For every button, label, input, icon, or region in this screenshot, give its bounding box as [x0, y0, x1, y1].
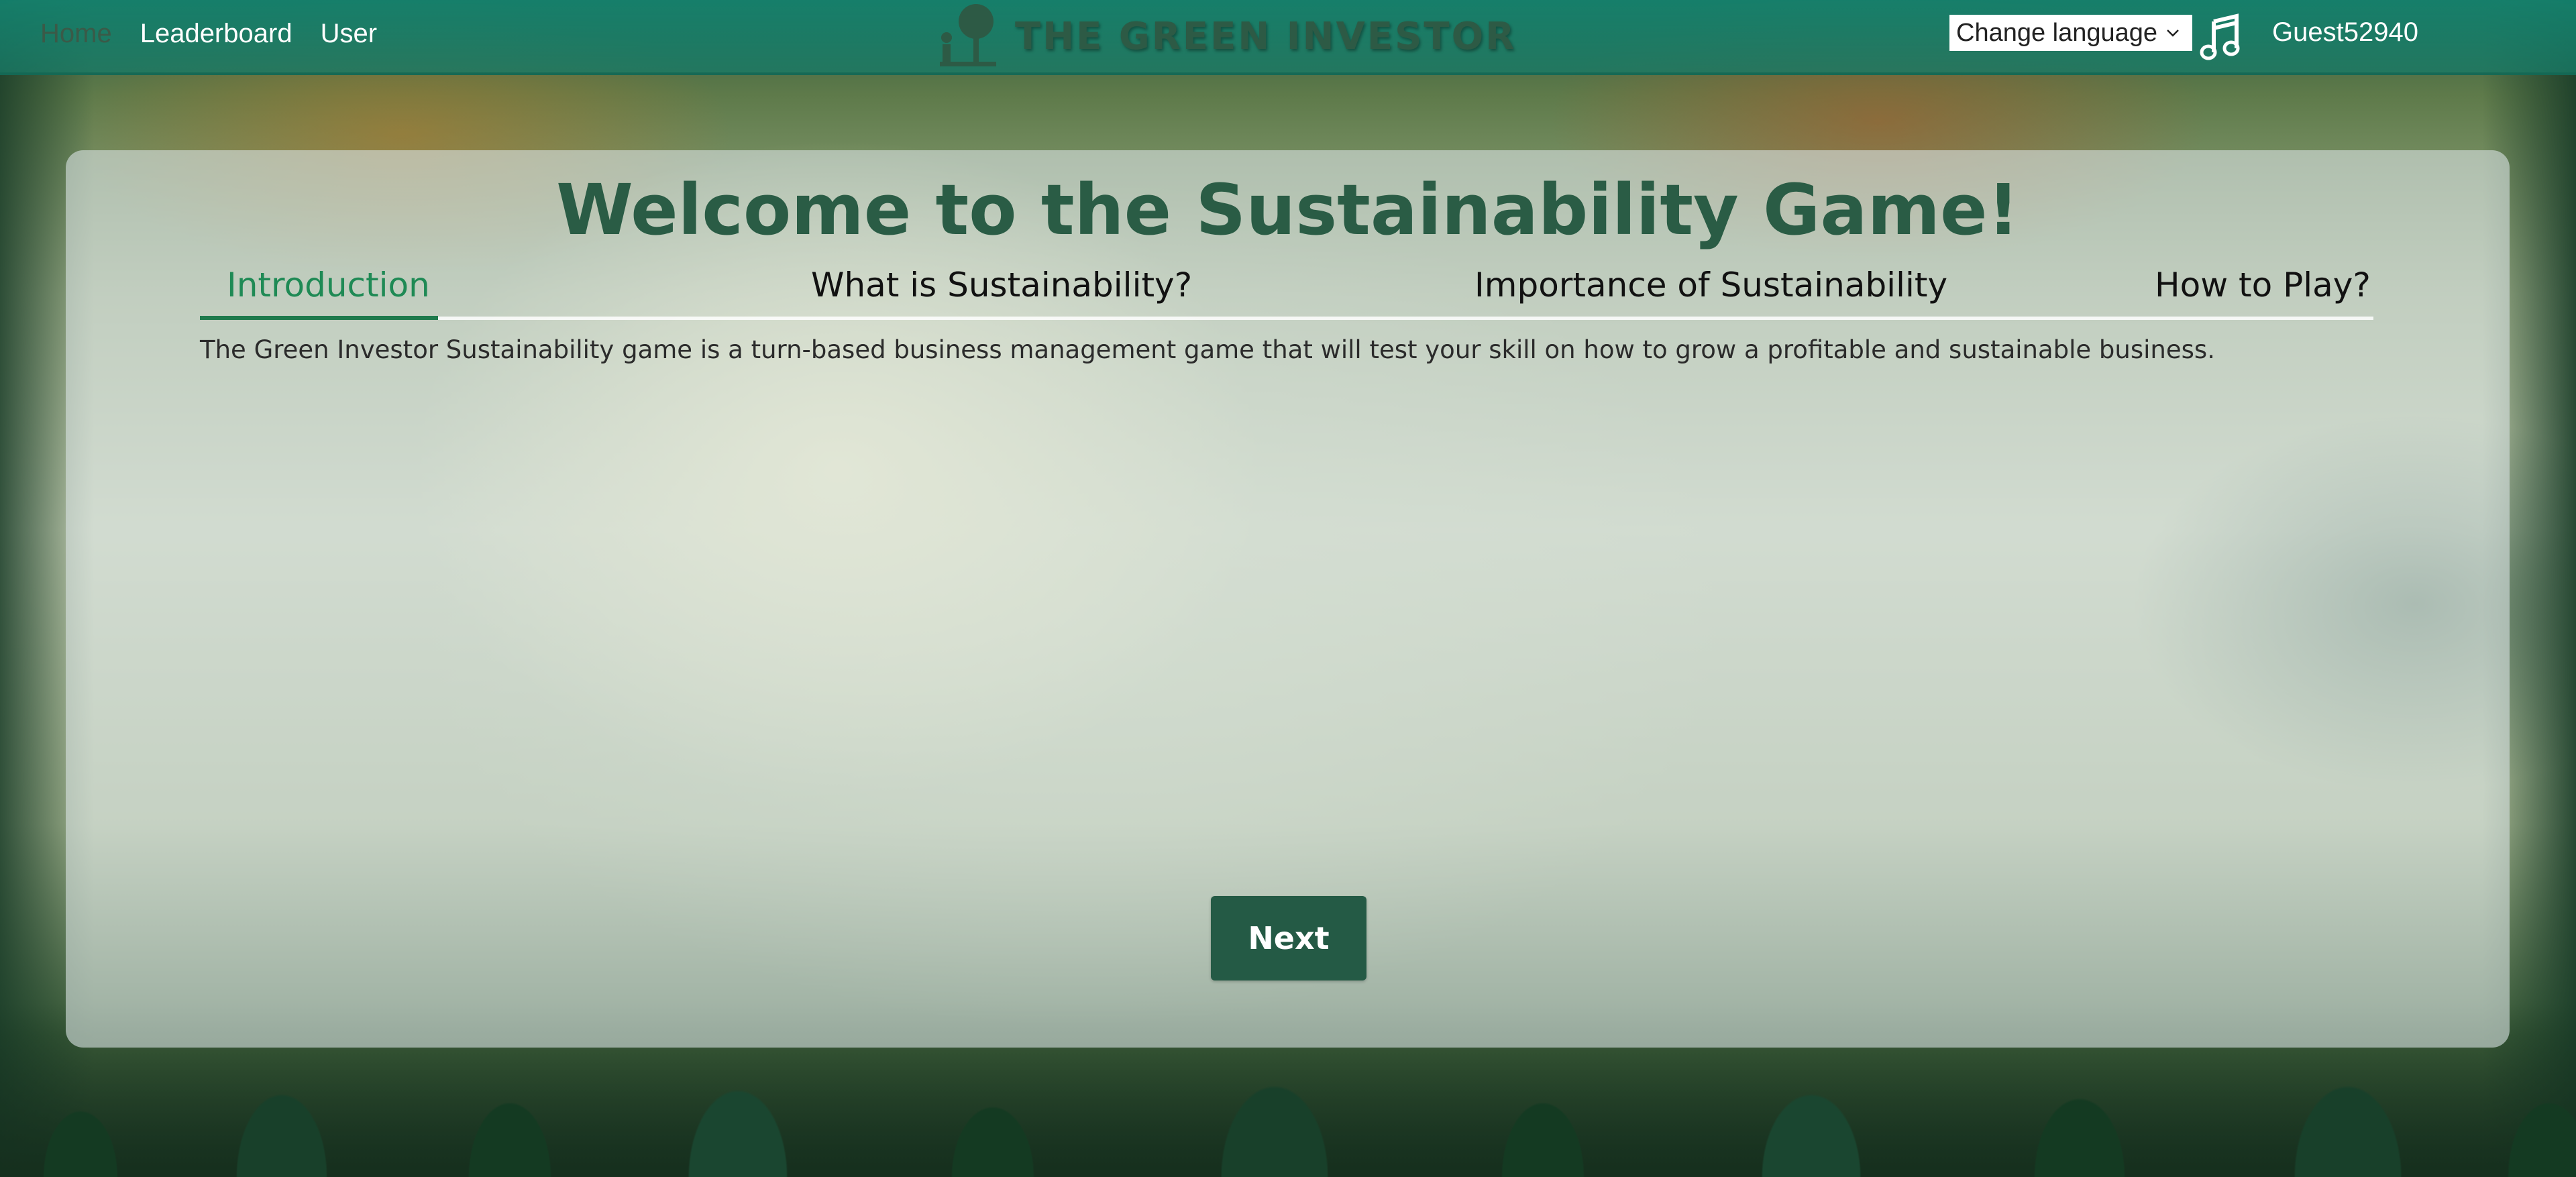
tab-importance-of-sustainability[interactable]: Importance of Sustainability [1474, 266, 1947, 304]
tab-how-to-play[interactable]: How to Play? [2155, 266, 2371, 304]
language-select[interactable]: Change language [1949, 15, 2192, 51]
username[interactable]: Guest52940 [2272, 17, 2418, 48]
nav-leaderboard-link[interactable]: Leaderboard [140, 19, 292, 49]
music-note-icon[interactable] [2199, 13, 2241, 60]
tab-introduction[interactable]: Introduction [227, 266, 430, 304]
tree-bench-logo-icon [940, 4, 996, 66]
next-button[interactable]: Next [1211, 896, 1366, 980]
brand[interactable]: THE GREEN INVESTOR [936, 0, 1516, 72]
navbar: Home Leaderboard User THE GREEN INVESTOR… [0, 0, 2576, 75]
language-select-value: Change language [1956, 18, 2158, 47]
welcome-card: Welcome to the Sustainability Game! Intr… [66, 150, 2510, 1048]
nav-home-link[interactable]: Home [40, 19, 112, 49]
intro-text: The Green Investor Sustainability game i… [200, 335, 2215, 364]
nav-links: Home Leaderboard User [40, 0, 377, 67]
page-title: Welcome to the Sustainability Game! [556, 169, 2019, 251]
active-tab-indicator [200, 316, 438, 320]
brand-name: THE GREEN INVESTOR [1015, 14, 1517, 58]
chevron-down-icon [2167, 30, 2179, 37]
nav-user-link[interactable]: User [321, 19, 377, 49]
tab-what-is-sustainability[interactable]: What is Sustainability? [811, 266, 1192, 304]
intro-tabs: Introduction What is Sustainability? Imp… [200, 258, 2373, 320]
